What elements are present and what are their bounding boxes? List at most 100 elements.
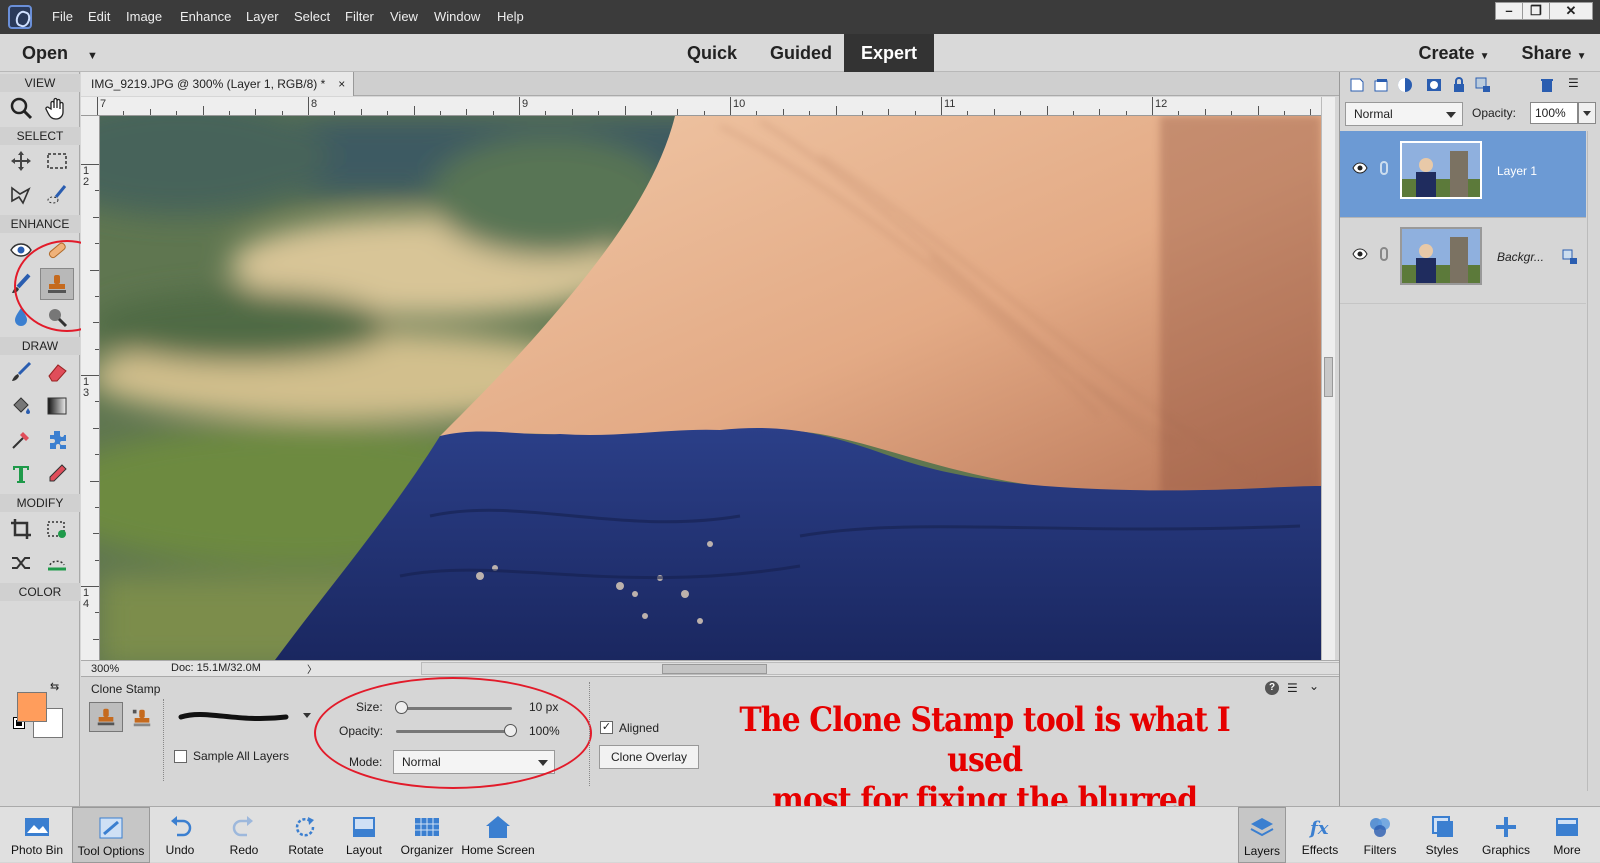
trash-icon[interactable] xyxy=(1538,76,1556,94)
photo-bin-button[interactable]: Photo Bin xyxy=(4,807,70,863)
organizer-button[interactable]: Organizer xyxy=(398,807,456,863)
adjustment-layer-icon[interactable] xyxy=(1396,76,1414,94)
link-icon[interactable] xyxy=(1380,247,1388,261)
zoom-tool[interactable] xyxy=(6,93,36,123)
menu-filter[interactable]: Filter xyxy=(345,0,374,34)
recompose-tool[interactable] xyxy=(42,514,72,544)
link-icon[interactable] xyxy=(1380,161,1388,175)
tool-options-button[interactable]: Tool Options xyxy=(72,807,150,863)
menu-select[interactable]: Select xyxy=(294,0,330,34)
menu-help[interactable]: Help xyxy=(497,0,524,34)
restore-button[interactable]: ❐ xyxy=(1522,2,1550,20)
paint-bucket-tool[interactable] xyxy=(6,391,36,421)
gradient-tool[interactable] xyxy=(42,391,72,421)
collapse-chevron-icon[interactable]: ⌄ xyxy=(1309,679,1319,693)
zoom-level[interactable]: 300% xyxy=(91,663,119,675)
menu-window[interactable]: Window xyxy=(434,0,480,34)
tab-quick[interactable]: Quick xyxy=(682,34,742,72)
tab-expert[interactable]: Expert xyxy=(844,34,934,72)
layer-row-background[interactable]: Backgr... xyxy=(1340,217,1586,303)
content-aware-move-tool[interactable] xyxy=(6,548,36,578)
new-layer-icon[interactable] xyxy=(1348,76,1366,94)
quick-selection-tool[interactable] xyxy=(42,180,72,210)
menu-file[interactable]: File xyxy=(52,0,73,34)
foreground-color-swatch[interactable] xyxy=(17,692,47,722)
tab-guided[interactable]: Guided xyxy=(763,34,839,72)
horizontal-scrollbar[interactable] xyxy=(421,662,1406,675)
pencil-tool[interactable] xyxy=(42,459,72,489)
layer-row-layer-1[interactable]: Layer 1 xyxy=(1340,131,1586,217)
more-button[interactable]: More xyxy=(1542,807,1592,863)
sample-all-layers-checkbox[interactable] xyxy=(174,750,187,763)
menu-view[interactable]: View xyxy=(390,0,418,34)
pattern-stamp-mode-button[interactable] xyxy=(127,704,157,732)
filters-button[interactable]: Filters xyxy=(1356,807,1404,863)
new-group-icon[interactable] xyxy=(1372,76,1390,94)
image-canvas[interactable] xyxy=(100,116,1321,660)
effects-button[interactable]: fx Effects xyxy=(1296,807,1344,863)
open-button[interactable]: Open ▼ xyxy=(22,34,102,72)
fx-icon: fx xyxy=(1308,818,1329,839)
brush-dropdown-icon[interactable] xyxy=(303,713,311,718)
home-screen-button[interactable]: Home Screen xyxy=(460,807,536,863)
panel-menu-icon[interactable]: ☰ xyxy=(1287,681,1298,695)
crop-tool[interactable] xyxy=(6,514,36,544)
brush-tool[interactable] xyxy=(6,357,36,387)
chevron-right-icon[interactable]: 〉 xyxy=(307,661,317,676)
document-tab[interactable]: IMG_9219.JPG @ 300% (Layer 1, RGB/8) * × xyxy=(81,72,355,96)
hand-tool[interactable] xyxy=(42,93,72,123)
menu-enhance[interactable]: Enhance xyxy=(180,0,231,34)
aligned-checkbox[interactable]: ✓ xyxy=(600,721,613,734)
horizontal-scrollbar-thumb[interactable] xyxy=(662,664,767,674)
menu-layer[interactable]: Layer xyxy=(246,0,279,34)
panel-menu-icon[interactable]: ☰ xyxy=(1568,76,1579,90)
create-button[interactable]: Create ▼ xyxy=(1409,34,1499,72)
straighten-icon xyxy=(48,560,66,571)
lasso-tool[interactable] xyxy=(6,180,36,210)
visibility-eye-icon[interactable] xyxy=(1352,162,1368,174)
lock-icon[interactable] xyxy=(1450,76,1468,94)
blend-mode-dropdown[interactable]: Normal xyxy=(1345,102,1463,126)
ruler-tick xyxy=(598,111,600,115)
swap-colors-icon[interactable]: ⇆ xyxy=(50,680,59,693)
help-icon[interactable]: ? xyxy=(1265,681,1279,695)
eyedropper-tool[interactable] xyxy=(6,425,36,455)
styles-button[interactable]: Styles xyxy=(1418,807,1466,863)
undo-button[interactable]: Undo xyxy=(156,807,204,863)
straighten-tool[interactable] xyxy=(42,548,72,578)
type-tool[interactable] xyxy=(6,459,36,489)
close-icon[interactable]: × xyxy=(338,72,345,96)
layers-button[interactable]: Layers xyxy=(1238,807,1286,863)
eraser-tool[interactable] xyxy=(42,357,72,387)
vertical-scrollbar[interactable] xyxy=(1321,97,1335,660)
layer-mask-icon[interactable] xyxy=(1425,76,1443,94)
marquee-tool[interactable] xyxy=(42,146,72,176)
menu-image[interactable]: Image xyxy=(126,0,162,34)
app-logo-icon xyxy=(8,5,32,29)
clone-stamp-mode-button[interactable] xyxy=(89,702,123,732)
graphics-button[interactable]: Graphics xyxy=(1478,807,1534,863)
vertical-scrollbar-thumb[interactable] xyxy=(1324,357,1333,397)
rotate-button[interactable]: Rotate xyxy=(280,807,332,863)
close-window-button[interactable]: ✕ xyxy=(1549,2,1593,20)
visibility-eye-icon[interactable] xyxy=(1352,248,1368,260)
layer-opacity-dropdown[interactable] xyxy=(1578,102,1596,124)
layers-scrollbar[interactable] xyxy=(1587,131,1600,791)
lock-transparent-icon[interactable] xyxy=(1474,76,1492,94)
minimize-button[interactable]: – xyxy=(1495,2,1523,20)
layers-panel: ☰ Normal Opacity: 100% Layer 1 Backgr... xyxy=(1339,72,1600,806)
shuffle-arrows-icon xyxy=(12,557,30,569)
brush-preset-picker[interactable] xyxy=(176,705,296,727)
menu-bar: File Edit Image Enhance Layer Select Fil… xyxy=(0,0,1600,34)
clone-overlay-button[interactable]: Clone Overlay xyxy=(599,745,699,769)
divider xyxy=(589,682,590,786)
layout-button[interactable]: Layout xyxy=(340,807,388,863)
share-button[interactable]: Share ▼ xyxy=(1510,34,1598,72)
layer-lock-icon[interactable] xyxy=(1562,249,1578,265)
redo-button[interactable]: Redo xyxy=(220,807,268,863)
move-tool[interactable] xyxy=(6,146,36,176)
layer-opacity-input[interactable]: 100% xyxy=(1530,102,1578,124)
menu-edit[interactable]: Edit xyxy=(88,0,110,34)
custom-shape-tool[interactable] xyxy=(42,425,72,455)
ruler-tick xyxy=(281,111,283,115)
